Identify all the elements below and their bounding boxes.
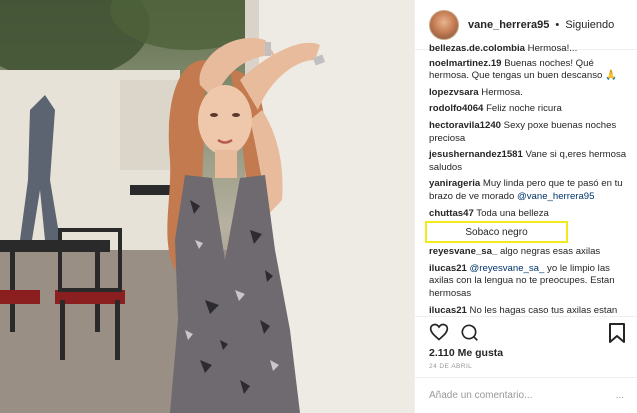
comment-user[interactable]: lopezvsara — [429, 87, 479, 98]
comment-item: ilucas21 @reyesvane_sa_ yo le limpio las… — [429, 263, 628, 301]
comment-item: ilucas21 No les hagas caso tus axilas es… — [429, 305, 628, 317]
comments-list[interactable]: bellezas.de.colombia Hermosa!... noelmar… — [415, 43, 637, 316]
add-comment-input[interactable]: Añade un comentario... — [429, 390, 532, 401]
likes-count[interactable]: 2.110 Me gusta — [429, 347, 503, 359]
comment-user[interactable]: reyesvane_sa_ — [429, 246, 497, 257]
post-actions — [415, 316, 637, 346]
comment-text: No les hagas caso tus axilas estan — [469, 304, 618, 316]
comment-item: hectoravila1240 Sexy poxe buenas noches … — [429, 120, 628, 145]
comment-icon[interactable] — [459, 322, 479, 342]
comment-user[interactable]: hectoravila1240 — [429, 120, 501, 131]
comment-item: jesushernandez1581 Vane si q,eres hermos… — [429, 149, 628, 174]
follow-status-button[interactable]: Siguiendo — [565, 19, 614, 31]
comment-item: noelmartinez.19 Buenas noches! Qué hermo… — [429, 58, 628, 83]
comment-user[interactable]: bellezas.de.colombia — [429, 43, 525, 54]
avatar[interactable] — [429, 9, 459, 40]
comment-user[interactable]: yanirageria — [429, 178, 480, 189]
comment-text: Hermosa!... — [527, 43, 578, 54]
post-username[interactable]: vane_herrera95 — [468, 19, 549, 31]
highlighted-comment: Sobaco negro — [425, 221, 568, 243]
comment-item: bellezas.de.colombia Hermosa!... — [429, 43, 628, 56]
highlighted-comment-text: Sobaco negro — [465, 226, 528, 238]
photo-illustration — [0, 0, 414, 413]
comment-item: yanirageria Muy linda pero que te pasó e… — [429, 178, 628, 203]
comment-text: algo negras esas axilas — [499, 246, 601, 258]
comment-user[interactable]: jesushernandez1581 — [429, 149, 523, 160]
more-options-button[interactable]: ... — [616, 390, 624, 401]
comment-item: reyesvane_sa_ algo negras esas axilas — [429, 246, 628, 259]
comment-user[interactable]: noelmartinez.19 — [429, 58, 502, 69]
comment-mention[interactable]: @vane_herrera95 — [517, 191, 594, 202]
add-comment-bar: Añade un comentario... ... — [415, 377, 637, 413]
comment-user[interactable]: ilucas21 — [429, 263, 467, 274]
comment-item: rodolfo4064 Feliz noche ricura — [429, 103, 628, 116]
comment-text: Feliz noche ricura — [486, 103, 562, 115]
comment-text: Toda una belleza — [476, 207, 549, 219]
heart-icon[interactable] — [429, 322, 449, 342]
separator-dot: • — [555, 18, 560, 31]
post-sidebar: vane_herrera95 • Siguiendo bellezas.de.c… — [414, 0, 637, 413]
comment-text: Hermosa. — [481, 86, 523, 98]
comment-user[interactable]: rodolfo4064 — [429, 103, 483, 114]
comment-item: lopezvsara Hermosa. — [429, 87, 628, 100]
comment-user[interactable]: chuttas47 — [429, 208, 474, 219]
post-date: 24 DE ABRIL — [429, 363, 473, 370]
comment-item: chuttas47 Toda una belleza — [429, 208, 628, 221]
post-photo — [0, 0, 414, 413]
comment-user[interactable]: ilucas21 — [429, 305, 467, 316]
bookmark-icon[interactable] — [608, 323, 626, 343]
comment-mention[interactable]: @reyesvane_sa_ — [470, 263, 545, 274]
